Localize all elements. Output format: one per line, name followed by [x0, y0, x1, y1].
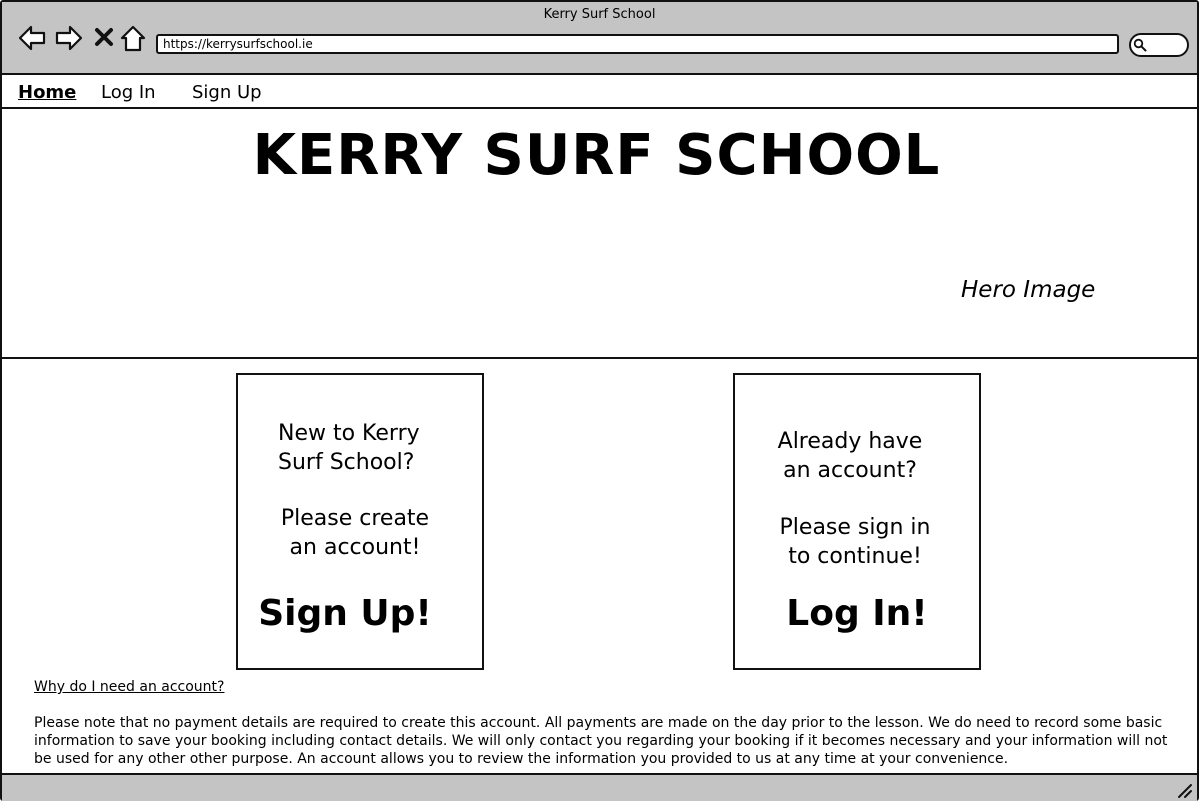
account-notice-text: Please note that no payment details are …: [34, 715, 1168, 767]
browser-toolbar: Kerry Surf School https://kerrysurfschoo…: [2, 2, 1197, 75]
login-prompt-line1: Please sign in: [779, 515, 931, 540]
signup-prompt-line2: an account!: [289, 535, 421, 560]
close-icon[interactable]: [90, 23, 116, 53]
search-icon: [1133, 38, 1147, 52]
signup-question-line2: Surf School?: [278, 450, 415, 475]
window-title: Kerry Surf School: [543, 7, 656, 22]
nav-login-link[interactable]: Log In: [101, 82, 156, 103]
nav-home-link[interactable]: Home: [18, 82, 76, 103]
login-button[interactable]: Log In!: [735, 593, 979, 634]
login-card-prompt: Please sign in to continue!: [765, 513, 945, 571]
forward-arrow-icon[interactable]: [54, 23, 84, 53]
back-arrow-icon[interactable]: [17, 23, 47, 53]
hero-section: KERRY SURF SCHOOL Hero Image: [2, 109, 1197, 359]
login-card: Already have an account? Please sign in …: [733, 373, 981, 670]
why-account-link[interactable]: Why do I need an account?: [34, 679, 224, 695]
hero-title: KERRY SURF SCHOOL: [252, 123, 941, 188]
signup-card-question: New to Kerry Surf School?: [278, 419, 428, 477]
login-prompt-line2: to continue!: [788, 544, 922, 569]
status-bar: [2, 773, 1197, 801]
hero-image-placeholder: Hero Image: [961, 277, 1096, 303]
signup-card: New to Kerry Surf School? Please create …: [236, 373, 484, 670]
home-icon[interactable]: [118, 23, 148, 53]
signup-question-line1: New to Kerry: [278, 421, 420, 446]
url-bar[interactable]: https://kerrysurfschool.ie: [156, 34, 1119, 54]
login-question-line1: Already have: [777, 429, 923, 454]
login-card-question: Already have an account?: [765, 427, 935, 485]
login-question-line2: an account?: [783, 458, 917, 483]
main-navigation: Home Log In Sign Up: [2, 75, 1197, 109]
search-box[interactable]: [1129, 33, 1189, 57]
browser-window: Kerry Surf School https://kerrysurfschoo…: [0, 0, 1199, 801]
nav-signup-link[interactable]: Sign Up: [192, 82, 262, 103]
signup-prompt-line1: Please create: [280, 506, 430, 531]
resize-grip-icon[interactable]: [1175, 781, 1193, 799]
signup-button[interactable]: Sign Up!: [223, 593, 467, 634]
signup-card-prompt: Please create an account!: [270, 504, 440, 562]
